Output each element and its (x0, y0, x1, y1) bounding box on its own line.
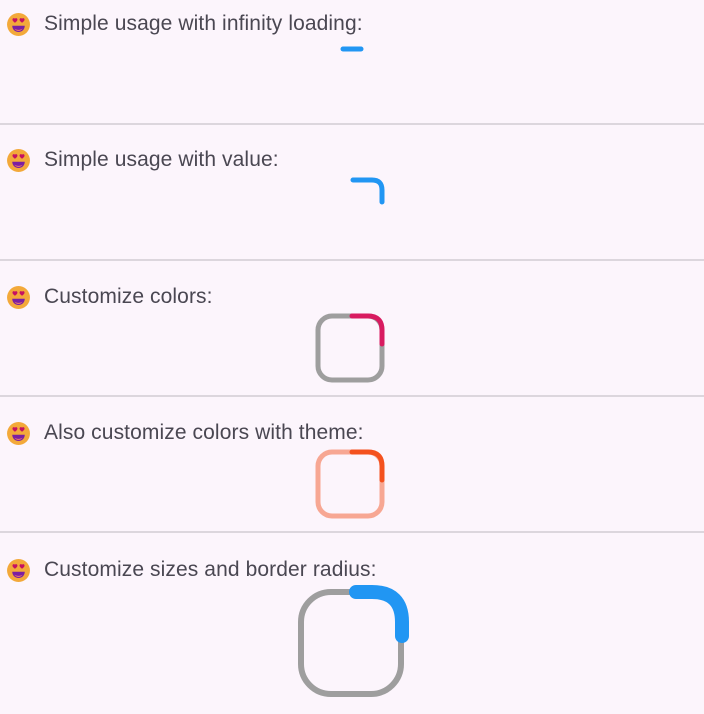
section-label: Simple usage with value: (44, 148, 279, 171)
section-with-value: Simple usage with value: (6, 145, 279, 175)
divider (0, 123, 704, 125)
smiling-face-with-heart-eyes-icon (7, 12, 30, 36)
divider (0, 395, 704, 397)
section-custom-colors: Customize colors: (6, 282, 213, 312)
divider (0, 259, 704, 261)
custom-colors-progress-indicator (312, 310, 388, 391)
smiling-face-with-heart-eyes-icon (7, 558, 30, 582)
smiling-face-with-heart-eyes-icon (7, 285, 30, 309)
section-label: Also customize colors with theme: (44, 421, 364, 444)
custom-size-progress-indicator (294, 584, 414, 705)
divider (0, 531, 704, 533)
infinity-progress-indicator (340, 40, 366, 58)
section-theme-colors: Also customize colors with theme: (6, 418, 364, 448)
value-progress-indicator (346, 172, 390, 217)
section-sizes-radius: Customize sizes and border radius: (6, 555, 377, 585)
section-infinity-loading: Simple usage with infinity loading: (6, 9, 363, 39)
section-label: Customize colors: (44, 285, 213, 308)
smiling-face-with-heart-eyes-icon (7, 148, 30, 172)
section-label: Customize sizes and border radius: (44, 558, 377, 581)
theme-colors-progress-indicator (312, 446, 388, 527)
section-label: Simple usage with infinity loading: (44, 12, 363, 35)
smiling-face-with-heart-eyes-icon (7, 421, 30, 445)
demo-page: Simple usage with infinity loading: Simp… (0, 0, 704, 714)
